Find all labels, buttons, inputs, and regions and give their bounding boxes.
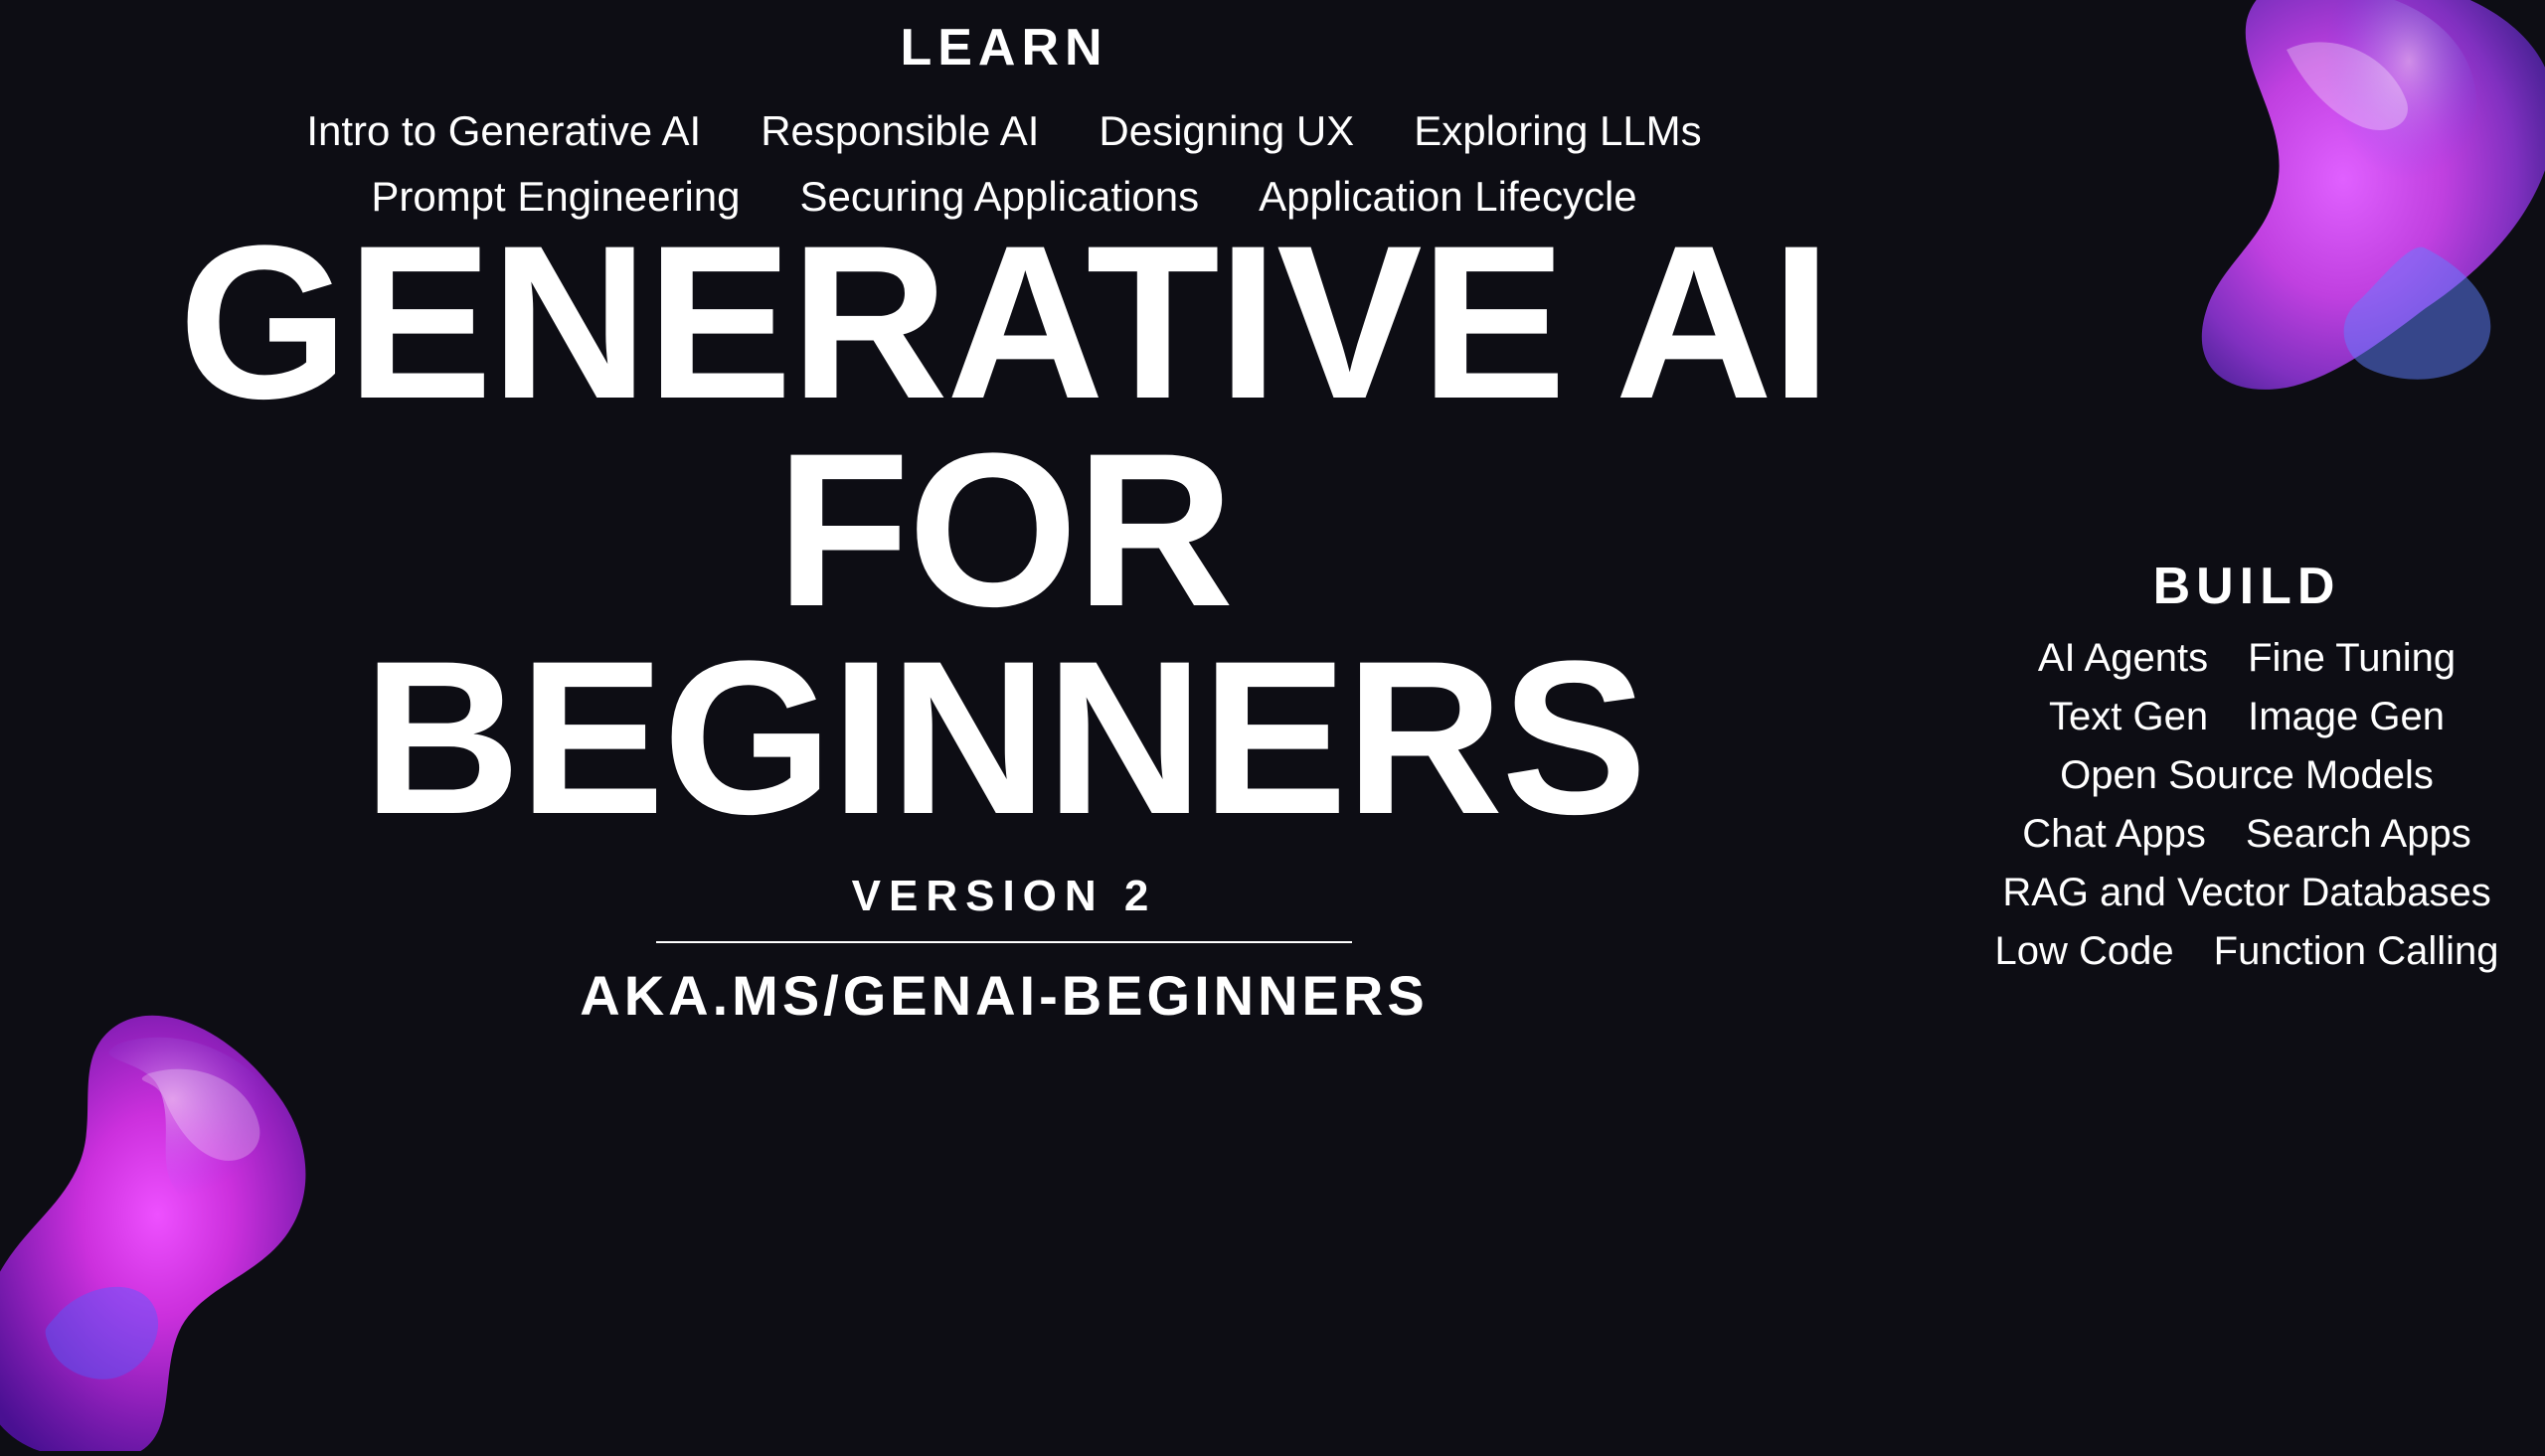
build-row-1: AI Agents Fine Tuning xyxy=(2008,636,2485,681)
build-row-6: Low Code Function Calling xyxy=(2008,929,2485,974)
learn-item-intro: Intro to Generative AI xyxy=(306,107,701,155)
build-section: BUILD AI Agents Fine Tuning Text Gen Ima… xyxy=(2008,557,2485,988)
build-row-4: Chat Apps Search Apps xyxy=(2008,812,2485,857)
title-line-2: FOR xyxy=(179,426,1830,634)
build-item-search-apps: Search Apps xyxy=(2246,812,2471,857)
build-item-ai-agents: AI Agents xyxy=(2038,636,2208,681)
learn-item-responsible: Responsible AI xyxy=(761,107,1039,155)
version-label: VERSION 2 xyxy=(852,872,1157,921)
build-item-image-gen: Image Gen xyxy=(2248,695,2445,739)
build-row-3: Open Source Models xyxy=(2008,753,2485,798)
title-line-1: GENERATIVE AI xyxy=(179,219,1830,426)
main-title: GENERATIVE AI FOR BEGINNERS xyxy=(179,219,1830,842)
title-line-3: BEGINNERS xyxy=(179,634,1830,842)
build-row-2: Text Gen Image Gen xyxy=(2008,695,2485,739)
build-item-rag: RAG and Vector Databases xyxy=(2002,871,2490,915)
build-item-fine-tuning: Fine Tuning xyxy=(2248,636,2456,681)
learn-item-ux: Designing UX xyxy=(1099,107,1354,155)
build-row-5: RAG and Vector Databases xyxy=(2008,871,2485,915)
learn-label: LEARN xyxy=(0,18,2008,78)
build-item-open-source: Open Source Models xyxy=(2060,753,2434,798)
build-label: BUILD xyxy=(2008,557,2485,616)
learn-row-1: Intro to Generative AI Responsible AI De… xyxy=(0,107,2008,155)
divider xyxy=(656,941,1352,943)
build-item-text-gen: Text Gen xyxy=(2049,695,2208,739)
main-title-section: GENERATIVE AI FOR BEGINNERS VERSION 2 AK… xyxy=(0,219,2008,1028)
learn-item-llms: Exploring LLMs xyxy=(1414,107,1701,155)
build-item-chat-apps: Chat Apps xyxy=(2022,812,2206,857)
build-item-low-code: Low Code xyxy=(1995,929,2174,974)
url-label: AKA.MS/GENAI-BEGINNERS xyxy=(580,963,1428,1028)
build-item-function-calling: Function Calling xyxy=(2214,929,2499,974)
